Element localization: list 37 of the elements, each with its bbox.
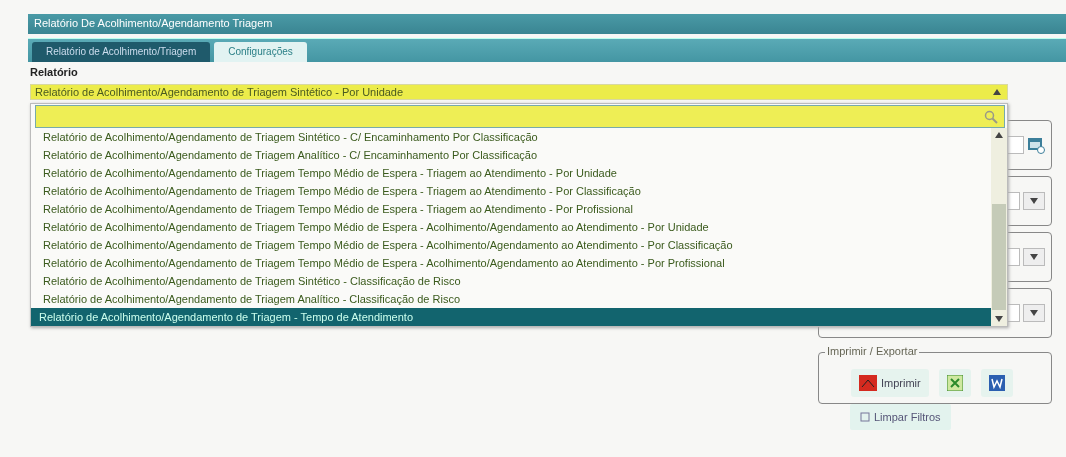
window-title: Relatório De Acolhimento/Agendamento Triagem [28, 14, 1066, 34]
down-arrow-icon[interactable] [1030, 198, 1038, 204]
tab[interactable]: Relatório de Acolhimento/Triagem [32, 42, 211, 62]
dropdown-option[interactable]: Relatório de Acolhimento/Agendamento de Triagem Analítico - C/ Encaminhamento Por Classificação [31, 146, 991, 164]
dropdown-option[interactable]: Relatório de Acolhimento/Agendamento de Triagem - Tempo de Atendimento [31, 308, 991, 326]
scrollbar[interactable] [991, 128, 1007, 326]
down-arrow-icon[interactable] [1030, 254, 1038, 260]
down-arrow-icon[interactable] [1030, 310, 1038, 316]
dropdown-button[interactable] [1023, 248, 1045, 266]
dropdown-option[interactable]: Relatório de Acolhimento/Agendamento de Triagem Analítico - Classificação de Risco [31, 290, 991, 308]
clear-filters-button[interactable]: Limpar Filtros [850, 404, 951, 430]
dropdown-option[interactable]: Relatório de Acolhimento/Agendamento de Triagem Sintético - Classificação de Risco [31, 272, 991, 290]
up-arrow-icon[interactable] [993, 89, 1001, 95]
dropdown-option[interactable]: Relatório de Acolhimento/Agendamento de Triagem Sintético - C/ Encaminhamento Por Classificação [31, 128, 991, 146]
report-select[interactable]: Relatório de Acolhimento/Agendamento de Triagem Sintético - Por Unidade [30, 84, 1008, 100]
calendar-icon[interactable] [1027, 136, 1045, 154]
group-legend: Imprimir / Exportar [825, 345, 920, 357]
search-field[interactable] [35, 105, 1005, 128]
dropdown-option[interactable]: Relatório de Acolhimento/Agendamento de Triagem Tempo Médio de Espera - Triagem ao Atendimento - Por Profissional [31, 200, 991, 218]
search-icon [984, 109, 998, 124]
dropdown-option[interactable]: Relatório de Acolhimento/Agendamento de Triagem Tempo Médio de Espera - Acolhimento/Agendamento ao Atendimento - Por Profissional [31, 254, 991, 272]
excel-export-button[interactable] [938, 369, 971, 397]
pdf-icon [859, 375, 877, 391]
dropdown-button[interactable] [1023, 192, 1045, 210]
print-button[interactable]: Imprimir [851, 369, 929, 397]
word-export-button[interactable] [980, 369, 1013, 397]
dropdown-option[interactable]: Relatório de Acolhimento/Agendamento de Triagem Tempo Médio de Espera - Triagem ao Atendimento - Por Classificação [31, 182, 991, 200]
tab[interactable]: Configurações [214, 42, 307, 62]
field-label: Relatório [29, 65, 79, 80]
dropdown-button[interactable] [1023, 304, 1045, 322]
dropdown-option[interactable]: Relatório de Acolhimento/Agendamento de Triagem Tempo Médio de Espera - Acolhimento/Agendamento ao Atendimento - Por Unidade [31, 218, 991, 236]
up-arrow-icon[interactable] [995, 132, 1003, 138]
down-arrow-icon[interactable] [995, 316, 1003, 322]
dropdown-option[interactable]: Relatório de Acolhimento/Agendamento de Triagem Tempo Médio de Espera - Triagem ao Atendimento - Por Unidade [31, 164, 991, 182]
document-icon [988, 375, 1005, 391]
spreadsheet-icon [946, 375, 963, 391]
dropdown-option[interactable]: Relatório de Acolhimento/Agendamento de Triagem Tempo Médio de Espera - Acolhimento/Agendamento ao Atendimento - Por Classificação [31, 236, 991, 254]
